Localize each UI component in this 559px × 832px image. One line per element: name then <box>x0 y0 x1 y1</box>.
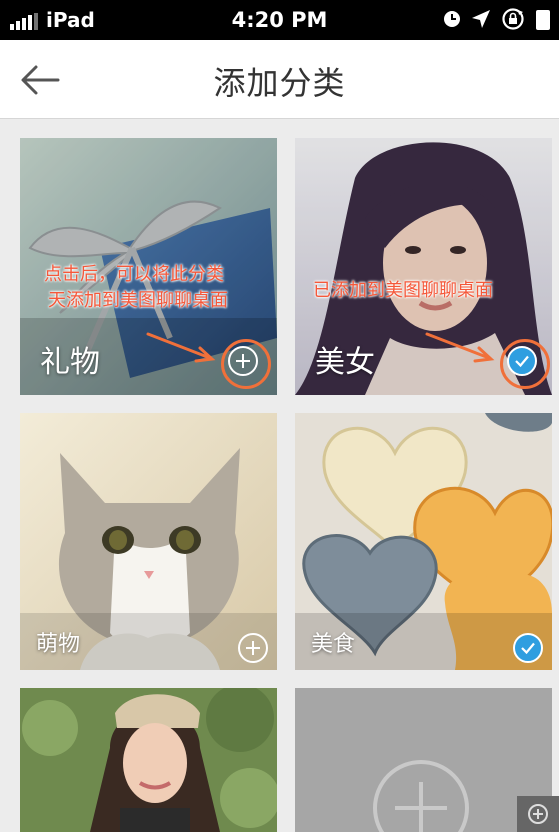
annotation-arrow <box>425 332 495 363</box>
add-category-button[interactable] <box>228 346 258 376</box>
category-label: 萌物 <box>36 632 81 657</box>
category-label: 美食 <box>311 632 356 657</box>
category-tile-beauty[interactable]: 已添加到美图聊聊桌面 美女 <box>295 138 552 395</box>
alarm-clock-icon <box>443 10 461 28</box>
battery-icon <box>535 7 551 31</box>
added-checkmark-button[interactable] <box>507 346 537 376</box>
added-checkmark-button[interactable] <box>513 633 543 663</box>
girl-photo <box>20 688 277 832</box>
large-plus-circle-icon <box>373 760 469 832</box>
rotation-lock-icon <box>501 7 525 31</box>
checkmark-icon <box>521 642 535 655</box>
nav-bar: 添加分类 <box>0 40 559 119</box>
annotation-text: 点击后，可以将此分类 天添加到美图聊聊桌面 <box>44 264 228 311</box>
add-category-button[interactable] <box>238 633 268 663</box>
category-tile-food[interactable]: 美食 <box>295 413 552 670</box>
annotation-text: 已添加到美图聊聊桌面 <box>313 280 493 301</box>
page-title: 添加分类 <box>213 64 346 102</box>
zoom-plus-icon[interactable] <box>517 796 559 832</box>
category-tile-cute[interactable]: 萌物 <box>20 413 277 670</box>
status-bar: iPad 4:20 PM <box>0 0 559 40</box>
category-label: 美女 <box>315 345 375 380</box>
category-tile-girl[interactable] <box>20 688 277 832</box>
add-more-categories-tile[interactable] <box>295 688 552 832</box>
plus-icon <box>246 641 260 655</box>
plus-icon <box>236 354 250 368</box>
annotation-arrow <box>146 332 216 363</box>
checkmark-icon <box>515 355 529 368</box>
location-arrow-icon <box>471 9 491 29</box>
category-label: 礼物 <box>40 345 100 380</box>
category-tile-gift[interactable]: 点击后，可以将此分类 天添加到美图聊聊桌面 礼物 <box>20 138 277 395</box>
